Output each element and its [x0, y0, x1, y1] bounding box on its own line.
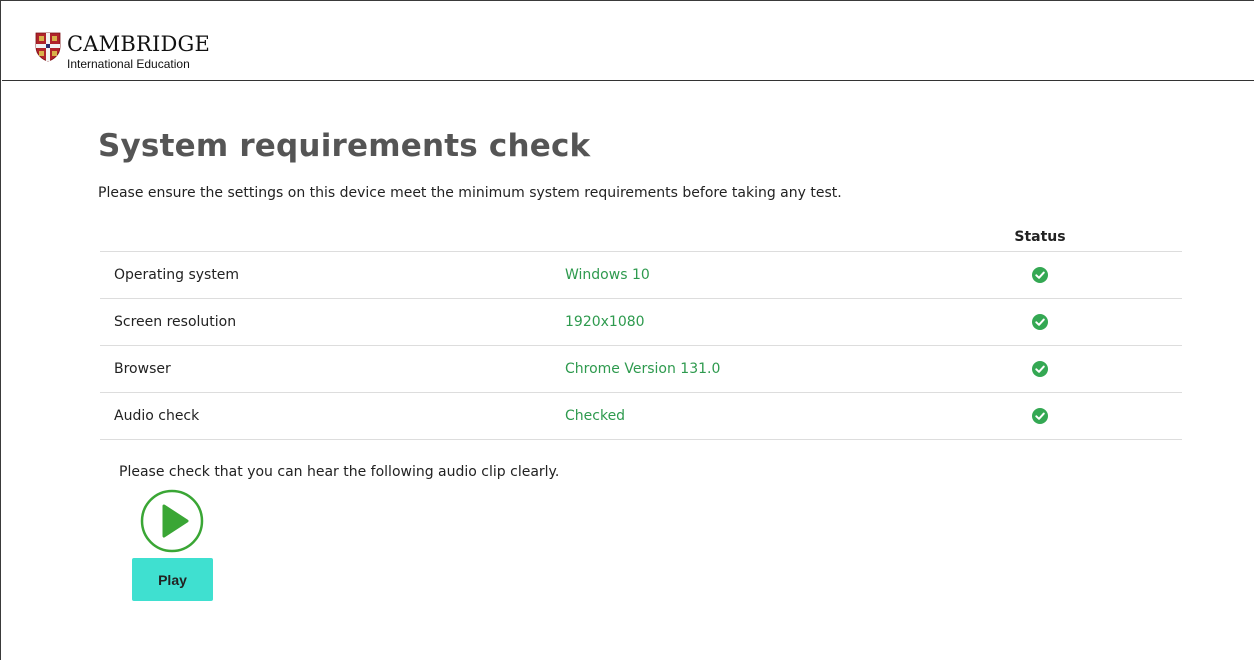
audio-prompt: Please check that you can hear the follo… [119, 464, 560, 480]
intro-text: Please ensure the settings on this devic… [98, 185, 842, 201]
row-label: Operating system [100, 251, 551, 299]
row-value: Chrome Version 131.0 [551, 345, 991, 393]
row-value: Windows 10 [551, 251, 991, 299]
row-spacer [1089, 392, 1182, 440]
check-circle-icon [1032, 361, 1048, 377]
logo-subtitle: International Education [67, 57, 190, 71]
table-row: Operating system Windows 10 [100, 251, 1182, 299]
status-cell [991, 345, 1089, 393]
page-title: System requirements check [98, 128, 591, 164]
play-button[interactable]: Play [132, 558, 213, 601]
row-value: Checked [551, 392, 991, 440]
play-circle-icon[interactable] [140, 489, 204, 553]
check-circle-icon [1032, 314, 1048, 330]
check-circle-icon [1032, 267, 1048, 283]
check-circle-icon [1032, 408, 1048, 424]
row-label: Screen resolution [100, 298, 551, 346]
header-label-cell [100, 223, 551, 252]
header-value-cell [551, 223, 991, 252]
table-row: Browser Chrome Version 131.0 [100, 345, 1182, 393]
table-row: Screen resolution 1920x1080 [100, 298, 1182, 346]
cambridge-crest-icon [35, 32, 61, 62]
requirements-table: Status Operating system Windows 10 Scree… [100, 223, 1182, 440]
row-spacer [1089, 345, 1182, 393]
status-header: Status [991, 223, 1089, 252]
table-row: Audio check Checked [100, 392, 1182, 440]
status-cell [991, 298, 1089, 346]
row-label: Browser [100, 345, 551, 393]
status-cell [991, 251, 1089, 299]
table-header-row: Status [100, 223, 1182, 252]
cambridge-logo[interactable]: CAMBRIDGE International Education [35, 32, 210, 78]
site-header: CAMBRIDGE International Education [2, 2, 1254, 81]
header-spacer-cell [1089, 223, 1182, 252]
page-frame: CAMBRIDGE International Education System… [0, 0, 1254, 660]
logo-wordmark: CAMBRIDGE [67, 32, 211, 56]
row-spacer [1089, 298, 1182, 346]
status-cell [991, 392, 1089, 440]
row-value: 1920x1080 [551, 298, 991, 346]
row-label: Audio check [100, 392, 551, 440]
row-spacer [1089, 251, 1182, 299]
